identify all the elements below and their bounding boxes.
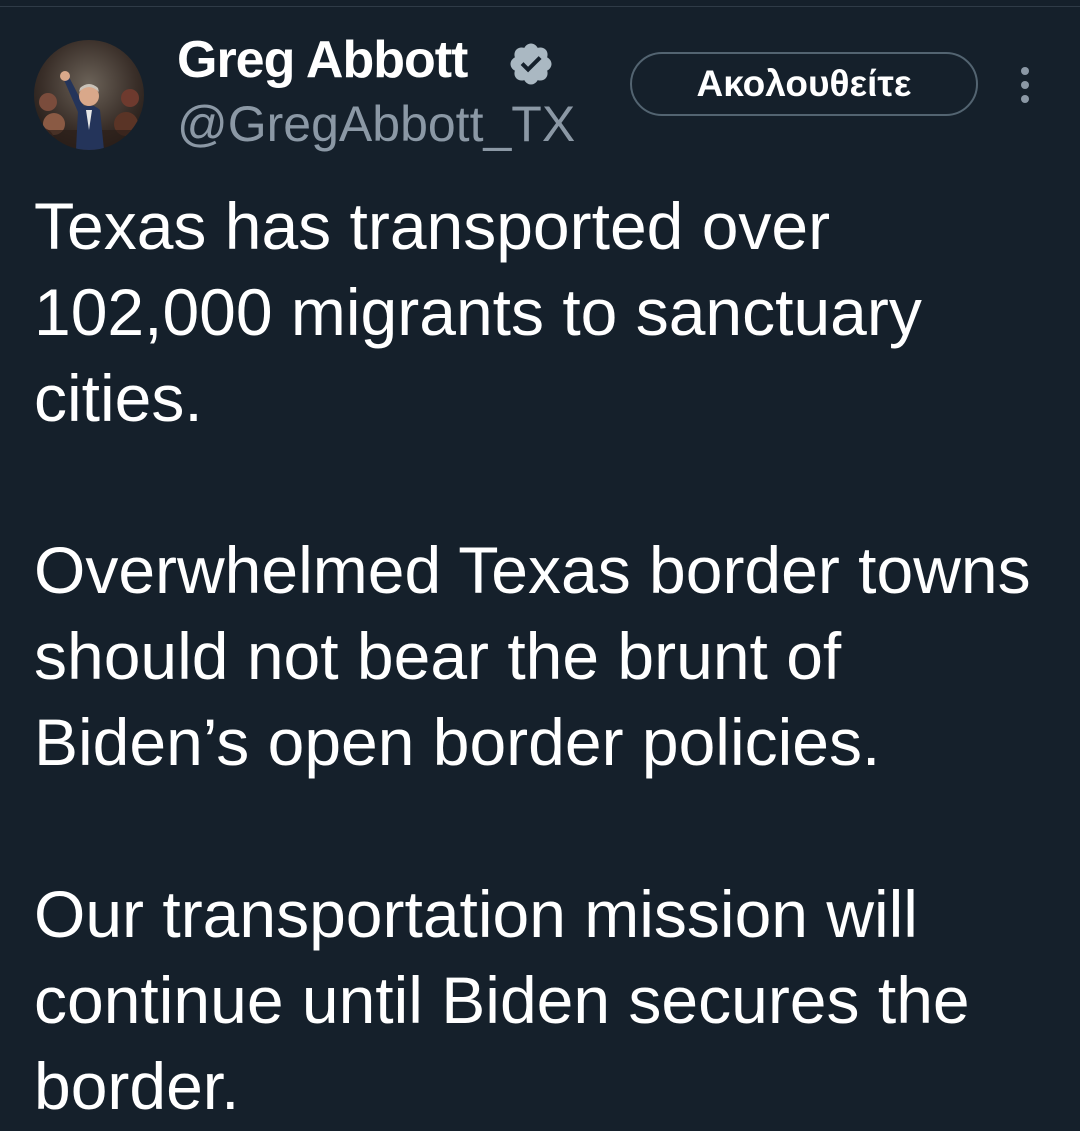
display-name[interactable]: Greg Abbott <box>177 30 468 90</box>
tweet-paragraph: Overwhelmed Texas border towns should no… <box>34 533 1031 779</box>
tweet-text: Texas has transported over 102,000 migra… <box>34 183 1044 1129</box>
tweet-paragraph: Texas has transported over 102,000 migra… <box>34 189 922 435</box>
tweet-paragraph: Our transportation mission will continue… <box>34 877 970 1123</box>
top-divider <box>0 6 1080 7</box>
verified-badge-icon[interactable] <box>507 40 555 88</box>
more-options-icon[interactable] <box>1005 60 1045 110</box>
avatar[interactable] <box>34 40 144 150</box>
user-handle[interactable]: @GregAbbott_TX <box>177 94 575 154</box>
avatar-photo <box>34 40 144 150</box>
following-button[interactable]: Ακολουθείτε <box>630 52 978 116</box>
